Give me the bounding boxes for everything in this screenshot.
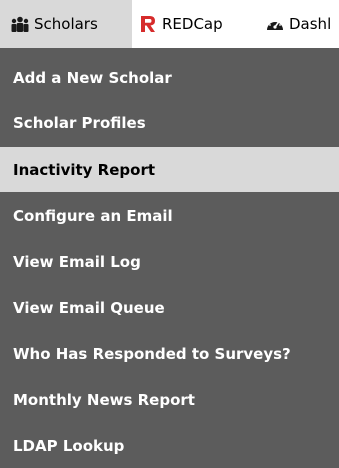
- tab-scholars[interactable]: Scholars: [0, 0, 132, 48]
- menu-item-view-email-log[interactable]: View Email Log: [0, 239, 339, 284]
- menu-item-add-new-scholar[interactable]: Add a New Scholar: [0, 55, 339, 100]
- dashboard-gauge-icon: [265, 15, 285, 33]
- menu-item-configure-email[interactable]: Configure an Email: [0, 193, 339, 238]
- top-navbar: Scholars REDCap Dashl: [0, 0, 339, 48]
- redcap-logo-icon: [138, 14, 158, 34]
- tab-scholars-label: Scholars: [34, 15, 98, 33]
- menu-item-ldap-lookup[interactable]: LDAP Lookup: [0, 423, 339, 468]
- menu-item-inactivity-report[interactable]: Inactivity Report: [0, 147, 339, 192]
- people-icon: [10, 16, 30, 32]
- tab-dashboard[interactable]: Dashl: [265, 0, 339, 48]
- menu-item-survey-responses[interactable]: Who Has Responded to Surveys?: [0, 331, 339, 376]
- tab-redcap[interactable]: REDCap: [138, 0, 258, 48]
- scholars-dropdown-menu: Add a New Scholar Scholar Profiles Inact…: [0, 48, 339, 468]
- tab-dashboard-label: Dashl: [289, 15, 332, 33]
- tab-redcap-label: REDCap: [162, 15, 223, 33]
- menu-item-view-email-queue[interactable]: View Email Queue: [0, 285, 339, 330]
- menu-item-scholar-profiles[interactable]: Scholar Profiles: [0, 100, 339, 145]
- menu-item-monthly-news-report[interactable]: Monthly News Report: [0, 377, 339, 422]
